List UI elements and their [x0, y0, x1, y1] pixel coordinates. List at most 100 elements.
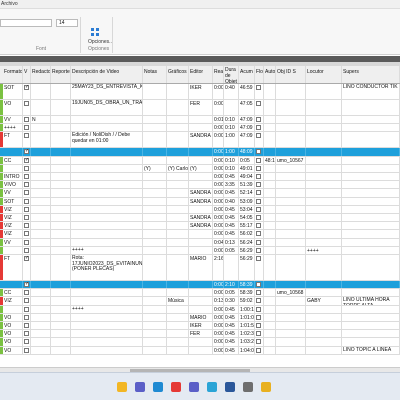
cell-editor[interactable] [189, 305, 213, 313]
cell-formato[interactable]: VO [3, 330, 23, 338]
cell-auto[interactable] [264, 346, 276, 354]
cell-descripcion[interactable] [71, 313, 143, 321]
cell-descripcion[interactable]: 25MAY23_DS_ENTREVISTA_KID_PISTOLA [71, 84, 143, 99]
cell-redactor[interactable] [31, 305, 51, 313]
cell-graficos[interactable] [167, 173, 189, 181]
cell-formato[interactable]: VO [3, 346, 23, 354]
cell-graficos[interactable] [167, 214, 189, 222]
table-row[interactable]: 0:002:1058:39 [0, 281, 400, 290]
cell-reportero[interactable] [51, 230, 71, 238]
cell-reportero[interactable] [51, 189, 71, 197]
cell-reportero[interactable] [51, 173, 71, 181]
cell-formato[interactable]: FT [3, 255, 23, 280]
cell-notas[interactable] [143, 100, 167, 115]
cell-flot[interactable] [255, 132, 264, 148]
cell-editor[interactable] [189, 156, 213, 164]
cell-graficos[interactable] [167, 132, 189, 148]
cell-auto[interactable] [264, 222, 276, 230]
cell-formato[interactable] [3, 164, 23, 172]
visible-checkbox[interactable] [24, 148, 29, 155]
cell-notas[interactable] [143, 313, 167, 321]
cell-formato[interactable] [3, 148, 23, 156]
cell-editor[interactable] [189, 338, 213, 346]
font-family-select[interactable] [0, 19, 52, 27]
cell-notas[interactable] [143, 338, 167, 346]
cell-descripcion[interactable] [71, 164, 143, 172]
cell-auto[interactable] [264, 238, 276, 246]
table-row[interactable]: 0:001:0048:09 [0, 148, 400, 157]
cell-real[interactable]: 0:00 [213, 164, 224, 172]
cell-graficos[interactable] [167, 189, 189, 197]
cell-descripcion[interactable] [71, 197, 143, 205]
cell-real[interactable]: 0:00 [213, 214, 224, 222]
cell-duracion_objetivo[interactable]: 1:00 [224, 132, 239, 148]
cell-v[interactable] [23, 330, 31, 338]
cell-redactor[interactable] [31, 330, 51, 338]
cell-obj_id[interactable] [276, 222, 306, 230]
cell-redactor[interactable] [31, 313, 51, 321]
cell-reportero[interactable] [51, 116, 71, 124]
cell-reportero[interactable] [51, 338, 71, 346]
cell-locutor[interactable] [306, 338, 342, 346]
cell-obj_id[interactable] [276, 164, 306, 172]
cell-real[interactable]: 0:00 [213, 84, 224, 99]
cell-v[interactable] [23, 313, 31, 321]
cell-reportero[interactable] [51, 238, 71, 246]
cell-duracion_objetivo[interactable]: 0:10 [224, 164, 239, 172]
cell-descripcion[interactable] [71, 230, 143, 238]
cell-supers[interactable] [342, 281, 400, 289]
cell-graficos[interactable]: (Y) Carlos [167, 164, 189, 172]
cell-auto[interactable] [264, 214, 276, 222]
cell-descripcion[interactable] [71, 189, 143, 197]
cell-v[interactable] [23, 205, 31, 213]
flot-checkbox[interactable] [256, 182, 261, 188]
cell-supers[interactable] [342, 322, 400, 330]
cell-locutor[interactable] [306, 230, 342, 238]
cell-notas[interactable] [143, 181, 167, 189]
flot-checkbox[interactable] [256, 282, 261, 287]
cell-auto[interactable] [264, 246, 276, 254]
cell-reportero[interactable] [51, 313, 71, 321]
cell-formato[interactable]: VO [3, 322, 23, 330]
cell-redactor[interactable] [31, 173, 51, 181]
cell-formato[interactable] [3, 305, 23, 313]
cell-graficos[interactable] [167, 181, 189, 189]
cell-descripcion[interactable] [71, 156, 143, 164]
cell-reportero[interactable] [51, 346, 71, 354]
cell-acumulado[interactable]: 53:09 [239, 197, 255, 205]
visible-checkbox[interactable] [24, 117, 29, 122]
cell-redactor[interactable] [31, 197, 51, 205]
visible-checkbox[interactable] [24, 198, 29, 204]
cell-v[interactable] [23, 322, 31, 330]
cell-auto[interactable] [264, 313, 276, 321]
flot-checkbox[interactable] [256, 231, 261, 237]
cell-real[interactable]: 0:00 [213, 230, 224, 238]
cell-redactor[interactable]: N [31, 116, 51, 124]
cell-formato[interactable]: VIZ [3, 222, 23, 230]
visible-checkbox[interactable] [24, 133, 29, 139]
cell-reportero[interactable] [51, 84, 71, 99]
cell-locutor[interactable] [306, 156, 342, 164]
cell-real[interactable]: 0:00 [213, 222, 224, 230]
cell-duracion_objetivo[interactable]: 0:45 [224, 205, 239, 213]
cell-descripcion[interactable] [71, 322, 143, 330]
store-icon[interactable] [171, 382, 181, 392]
cell-descripcion[interactable] [71, 281, 143, 289]
cell-obj_id[interactable] [276, 132, 306, 148]
cell-supers[interactable] [342, 246, 400, 254]
cell-notas[interactable] [143, 346, 167, 354]
column-header-acumulado[interactable]: Acum [239, 66, 255, 83]
table-row[interactable]: CC 0:00 0:05 58:39 umo_10568 [0, 289, 400, 298]
cell-editor[interactable]: SANDRA [189, 132, 213, 148]
table-row[interactable]: (Y) (Y) Carlos (Y) 0:00 0:10 49:01 [0, 164, 400, 173]
cell-duracion_objetivo[interactable]: 0:45 [224, 305, 239, 313]
cell-editor[interactable] [189, 205, 213, 213]
cell-obj_id[interactable] [276, 148, 306, 156]
cell-v[interactable] [23, 132, 31, 148]
cell-descripcion[interactable]: 19JUN05_DS_OBRA_UN_TRANVIA_LLAMADO_DESEO [71, 100, 143, 115]
column-header-editor[interactable]: Editor [189, 66, 213, 83]
cell-supers[interactable] [342, 173, 400, 181]
cell-flot[interactable] [255, 346, 264, 354]
cell-reportero[interactable] [51, 305, 71, 313]
cell-editor[interactable]: (Y) [189, 164, 213, 172]
